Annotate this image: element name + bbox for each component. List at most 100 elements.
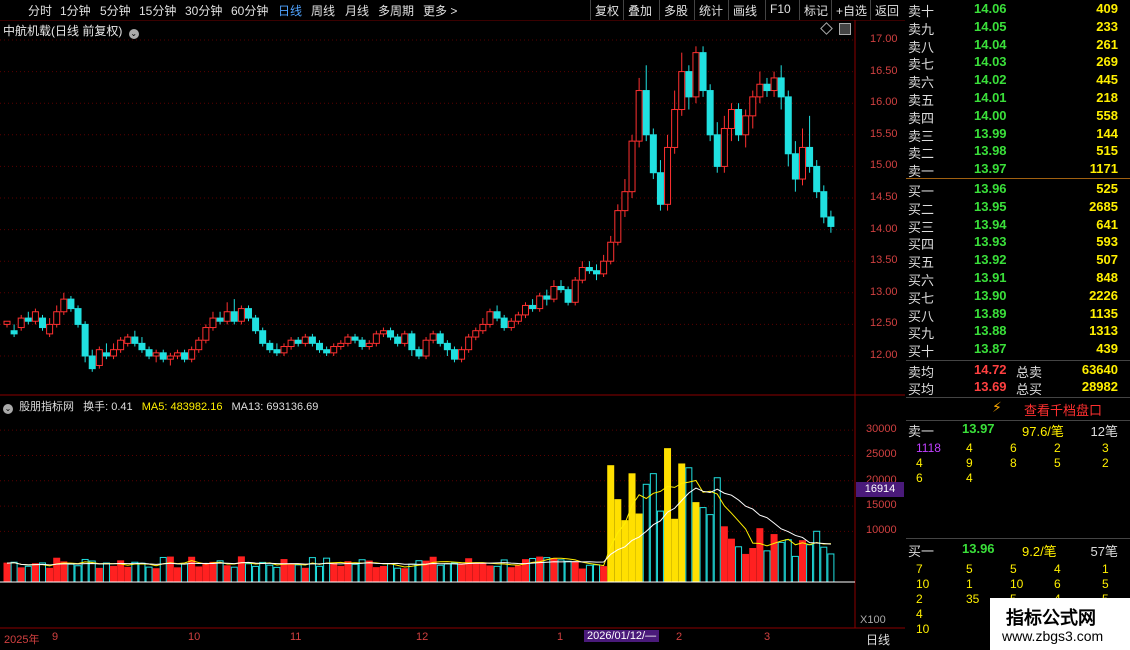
- volume-bar: [784, 539, 792, 583]
- book-row[interactable]: 卖七 14.03 269: [906, 54, 1130, 72]
- volume-bar: [614, 499, 622, 583]
- order-book: 卖十 14.06 409 卖九 14.05 233 卖八 14.04 261 卖七 14.03 269…: [906, 0, 1130, 650]
- volume-bar: [67, 563, 75, 583]
- candle: [159, 352, 167, 360]
- candle: [10, 330, 18, 335]
- candle: [138, 342, 146, 351]
- volume-bar: [827, 553, 835, 583]
- candle: [749, 96, 757, 117]
- candle: [195, 339, 203, 351]
- volume-bar: [720, 526, 728, 583]
- candle: [387, 330, 395, 338]
- candle: [259, 330, 267, 344]
- candle: [720, 127, 728, 167]
- volume-bar: [252, 565, 260, 583]
- candle: [308, 336, 316, 344]
- volume-bar: [237, 556, 245, 583]
- chevron-down-icon[interactable]: ⌄: [3, 404, 13, 414]
- book-row[interactable]: 卖一 13.97 1171: [906, 161, 1130, 179]
- candle: [244, 308, 252, 319]
- volume-bar: [95, 567, 103, 583]
- book-row[interactable]: 买五 13.92 507: [906, 252, 1130, 270]
- candle: [671, 109, 679, 148]
- candle: [699, 52, 707, 92]
- candle: [379, 330, 387, 335]
- book-row[interactable]: 买四 13.93 593: [906, 234, 1130, 252]
- candle: [358, 339, 366, 348]
- book-row[interactable]: 买七 13.90 2226: [906, 288, 1130, 306]
- queue-cell: 9: [966, 456, 973, 470]
- candle: [536, 295, 544, 310]
- candle: [656, 172, 664, 205]
- book-row[interactable]: 买三 13.94 641: [906, 217, 1130, 235]
- candle: [607, 241, 615, 262]
- volume-bar: [372, 567, 380, 583]
- candle: [635, 90, 643, 142]
- book-row[interactable]: 买十 13.87 439: [906, 341, 1130, 359]
- volume-bar: [209, 561, 217, 583]
- candle: [443, 342, 451, 351]
- volume-bar: [678, 463, 686, 583]
- book-row[interactable]: 卖二 13.98 515: [906, 143, 1130, 161]
- book-row[interactable]: 卖六 14.02 445: [906, 72, 1130, 90]
- volume-bar: [244, 563, 252, 583]
- book-row[interactable]: 买六 13.91 848: [906, 270, 1130, 288]
- candle: [39, 317, 47, 329]
- volume-bar: [10, 561, 18, 583]
- candle: [372, 333, 380, 344]
- price-tick: 15.50: [870, 127, 898, 140]
- volume-bar: [486, 565, 494, 583]
- qiandang-button[interactable]: 查看千档盘口: [1024, 400, 1102, 419]
- candle: [117, 339, 125, 351]
- volume-bar: [706, 514, 714, 583]
- candle: [614, 210, 622, 243]
- book-row[interactable]: 买九 13.88 1313: [906, 323, 1130, 341]
- volume-bar: [230, 566, 238, 583]
- volume-bar: [266, 564, 274, 583]
- lightning-icon: ⚡: [992, 399, 1002, 415]
- candle: [798, 146, 806, 180]
- book-row[interactable]: 买二 13.95 2685: [906, 199, 1130, 217]
- book-row[interactable]: 卖八 14.04 261: [906, 37, 1130, 55]
- candle: [514, 314, 522, 322]
- queue-cell: 10: [916, 622, 930, 636]
- volume-bar: [24, 565, 32, 583]
- volume-bar: [53, 557, 61, 583]
- book-row[interactable]: 买八 13.89 1135: [906, 306, 1130, 324]
- candle: [735, 109, 743, 136]
- candle: [110, 349, 118, 357]
- candle: [223, 311, 231, 322]
- book-row[interactable]: 卖五 14.01 218: [906, 90, 1130, 108]
- candle: [74, 308, 82, 325]
- book-row[interactable]: 买一 13.96 525: [906, 181, 1130, 199]
- book-row[interactable]: 卖三 13.99 144: [906, 126, 1130, 144]
- price-tick: 16.00: [870, 96, 898, 109]
- volume-bar: [223, 565, 231, 583]
- volume-bar: [17, 567, 25, 583]
- volume-bar: [166, 556, 174, 583]
- volume-bar: [685, 467, 693, 583]
- candle: [600, 260, 608, 275]
- book-row[interactable]: 卖九 14.05 233: [906, 19, 1130, 37]
- candle: [216, 317, 224, 322]
- candle: [678, 71, 686, 111]
- candle: [124, 336, 132, 344]
- book-row[interactable]: 卖四 14.00 558: [906, 108, 1130, 126]
- candle: [593, 270, 601, 275]
- volume-bar: [131, 561, 139, 583]
- candle: [365, 342, 373, 348]
- candle: [458, 349, 466, 360]
- candle: [628, 140, 636, 193]
- book-row[interactable]: 卖十 14.06 409: [906, 1, 1130, 19]
- volume-bar: [173, 567, 181, 583]
- volume-bar: [763, 550, 771, 583]
- candle: [95, 349, 103, 366]
- candle: [706, 90, 714, 136]
- level-header: 卖一 13.97 97.6/笔 12笔: [908, 421, 1118, 439]
- volume-bar: [394, 567, 402, 583]
- volume-bar: [628, 473, 636, 583]
- candle: [266, 342, 274, 351]
- indicator-name[interactable]: 股朋指标网: [19, 401, 74, 413]
- candle: [88, 355, 96, 370]
- candle: [330, 346, 338, 354]
